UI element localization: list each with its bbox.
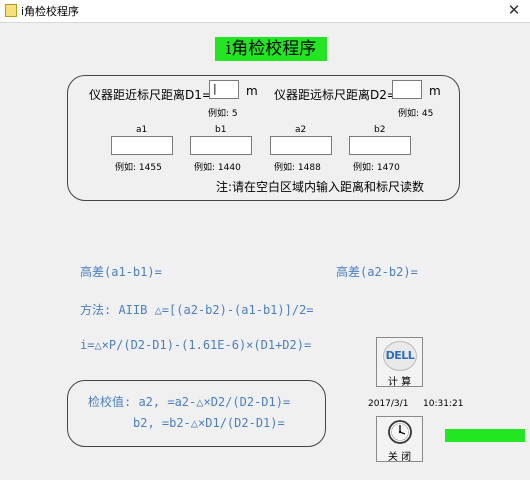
a1-example: 例如: 1455 [115, 163, 162, 173]
a1-label: a1 [136, 125, 148, 135]
b2-label: b2 [374, 125, 386, 135]
b1-label: b1 [215, 125, 227, 135]
method-formula: 方法: AIIB △=[(a2-b2)-(a1-b1)]/2= [80, 303, 314, 317]
calculate-button-label: 计 算 [387, 377, 412, 388]
b2-input[interactable] [349, 136, 411, 155]
title-bar: i角检校程序 ✕ [0, 0, 530, 23]
close-button-label: 关 闭 [387, 452, 412, 463]
b1-example: 例如: 1440 [194, 163, 241, 173]
close-button[interactable]: 关 闭 [376, 416, 423, 463]
input-note: 注:请在空白区域内输入距离和标尺读数 [216, 180, 425, 194]
calculate-button[interactable]: DELL 计 算 [376, 337, 423, 388]
app-icon [5, 4, 17, 17]
dell-logo-icon: DELL [383, 341, 417, 371]
window-close-icon[interactable]: ✕ [504, 1, 524, 19]
d1-label: 仪器距近标尺距离D1= [89, 88, 212, 102]
check-panel [67, 380, 326, 447]
window-title: i角检校程序 [21, 5, 80, 18]
d2-unit: m [429, 84, 441, 98]
b1-input[interactable] [190, 136, 252, 155]
check-value-b2: b2, =b2-△×D1/(D2-D1)= [133, 416, 285, 430]
a2-input[interactable] [270, 136, 332, 155]
a2-example: 例如: 1488 [274, 163, 321, 173]
b2-example: 例如: 1470 [353, 163, 400, 173]
a1-input[interactable] [111, 136, 173, 155]
d2-input[interactable] [392, 80, 422, 99]
status-time: 10:31:21 [423, 399, 464, 409]
a2-label: a2 [295, 125, 307, 135]
clock-icon [388, 420, 412, 444]
check-value-a2: 检校值: a2, =a2-△×D2/(D2-D1)= [88, 395, 291, 409]
status-date: 2017/3/1 [368, 399, 409, 409]
d2-label: 仪器距远标尺距离D2= [274, 88, 397, 102]
d1-unit: m [246, 84, 258, 98]
status-indicator [445, 429, 525, 442]
i-angle-formula: i=△×P/(D2-D1)-(1.61E-6)×(D1+D2)= [80, 338, 312, 352]
app-title: i角检校程序 [215, 37, 327, 61]
d1-example: 例如: 5 [208, 109, 238, 119]
d1-input[interactable]: | [209, 80, 239, 99]
height-diff-1: 高差(a1-b1)= [80, 265, 162, 279]
main-window: i角检校程序 ✕ i角检校程序 仪器距近标尺距离D1= | m 例如: 5 仪器… [0, 0, 530, 480]
height-diff-2: 高差(a2-b2)= [336, 265, 418, 279]
d2-example: 例如: 45 [398, 109, 434, 119]
